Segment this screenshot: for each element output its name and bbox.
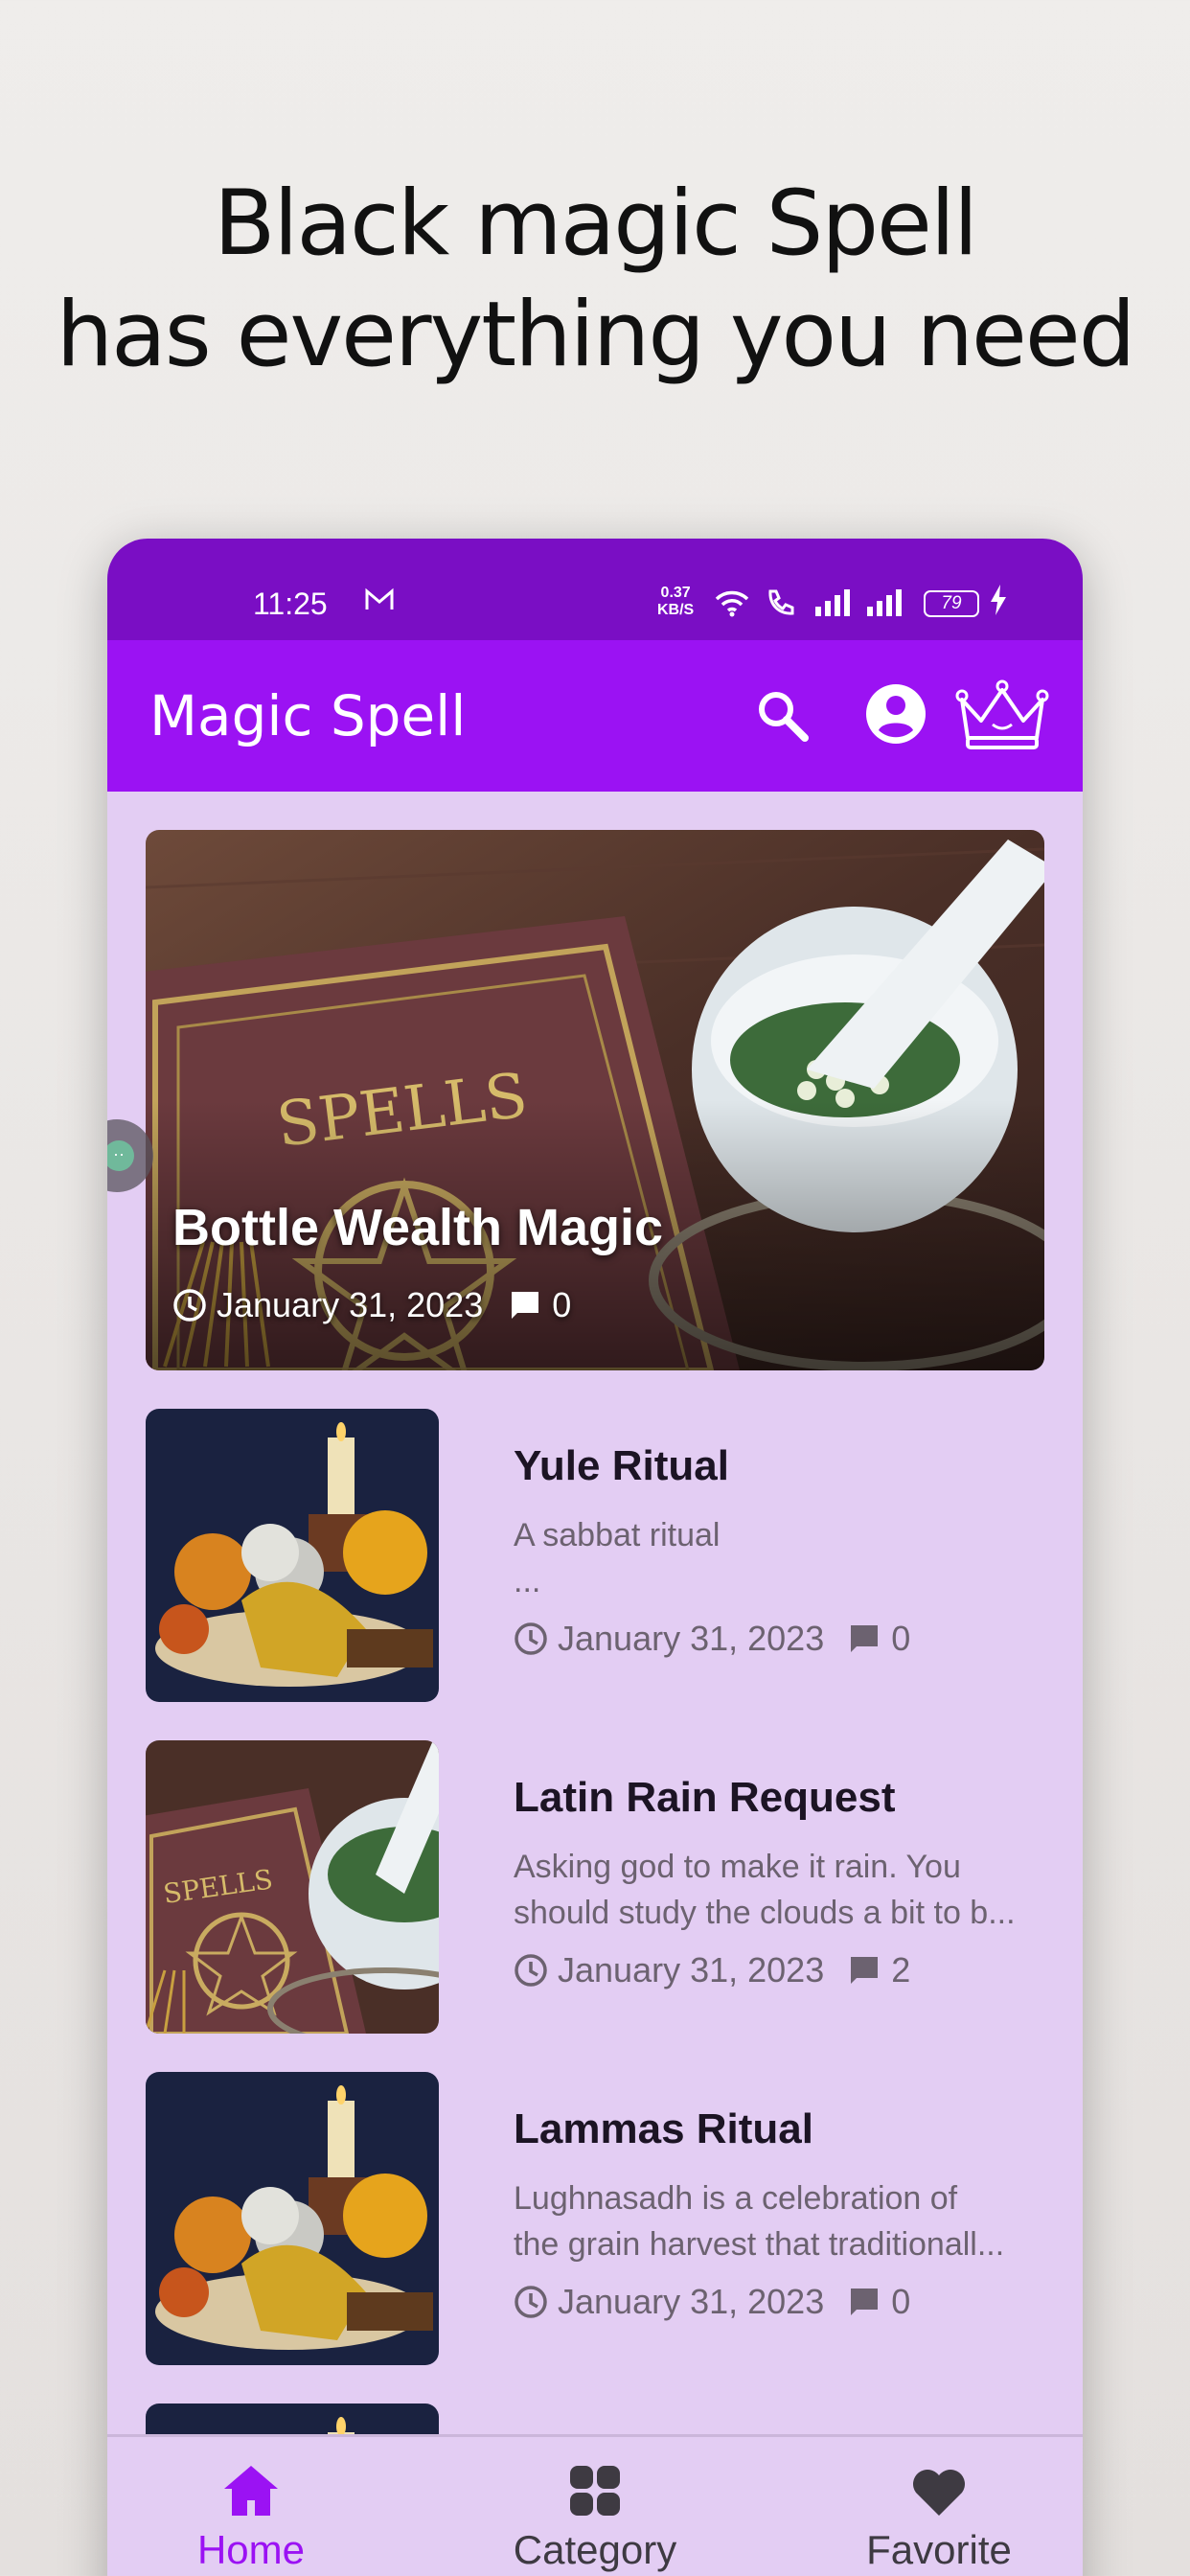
post-description: Asking god to make it rain. You should s… (514, 1844, 1050, 1936)
post-meta: January 31, 2023 0 (514, 2283, 910, 2321)
app-title: Magic Spell (149, 683, 467, 748)
post-date: January 31, 2023 (558, 2282, 825, 2321)
post-description-line-2: the grain harvest that traditionall... (514, 2226, 1005, 2263)
post-comments: 2 (891, 1950, 911, 1990)
comment-icon (851, 1957, 879, 1984)
featured-post-title: Bottle Wealth Magic (172, 1199, 664, 1256)
post-description-line-1: A sabbat ritual (514, 1517, 721, 1553)
post-description: A sabbat ritual ... (514, 1512, 1050, 1604)
charging-icon (989, 585, 1008, 623)
post-title: Lammas Ritual (514, 2105, 813, 2152)
post-title: Latin Rain Request (514, 1774, 896, 1821)
nav-home[interactable]: Home (107, 2462, 395, 2573)
heart-icon (913, 2470, 965, 2516)
list-item[interactable]: Yule Ritual A sabbat ritual ... January … (146, 1409, 1044, 1702)
post-comments: 0 (891, 2282, 911, 2321)
post-description-line-1: Lughnasadh is a celebration of (514, 2180, 958, 2217)
promo-line-1: Black magic Spell (213, 172, 978, 276)
phone-screen: 11:25 0.37 KB/S 79 Magic Spell Bottle We… (107, 539, 1083, 2576)
comment-icon (512, 1292, 539, 1319)
grid-icon (570, 2466, 620, 2516)
post-thumbnail: SPELLS (146, 1740, 439, 2034)
clock-icon (515, 2286, 547, 2318)
clock-icon (515, 1954, 547, 1987)
status-icons (713, 583, 904, 621)
post-thumbnail (146, 2072, 439, 2365)
app-bar: Magic Spell (107, 640, 1083, 792)
bottom-navigation: Home Category Favorite (107, 2434, 1083, 2576)
battery-level: 79 (941, 593, 962, 613)
nav-favorite[interactable]: Favorite (795, 2462, 1083, 2573)
status-bar: 11:25 0.37 KB/S 79 (107, 539, 1083, 640)
nav-favorite-label: Favorite (866, 2527, 1012, 2572)
featured-post-comments: 0 (552, 1285, 572, 1324)
gmail-icon (364, 586, 395, 622)
crown-icon[interactable] (954, 678, 1050, 751)
promo-headline: Black magic Spell has everything you nee… (0, 169, 1190, 391)
status-time: 11:25 (253, 586, 328, 621)
featured-post-card[interactable]: SPELLS Bottle Wealth Magic (146, 830, 1044, 1370)
list-item[interactable]: Lammas Ritual Lughnasadh is a celebratio… (146, 2072, 1044, 2365)
list-item[interactable]: SPELLS Latin Rain Request Asking god to … (146, 1740, 1044, 2034)
featured-post-date: January 31, 2023 (217, 1285, 484, 1324)
post-title: Yule Ritual (514, 1442, 729, 1489)
promo-line-2: has everything you need (56, 283, 1136, 387)
post-thumbnail (146, 1409, 439, 1702)
wifi-calling-icon (768, 589, 794, 615)
post-meta: January 31, 2023 2 (514, 1951, 910, 1990)
signal-icon (867, 589, 903, 617)
post-date: January 31, 2023 (558, 1619, 825, 1658)
nav-category-label: Category (513, 2527, 677, 2572)
post-description-line-2: ... (514, 1563, 541, 1599)
net-speed-unit: KB/S (657, 602, 695, 618)
featured-post-meta: January 31, 2023 0 (172, 1286, 571, 1324)
net-speed: 0.37 KB/S (657, 585, 694, 619)
nav-home-label: Home (196, 2527, 306, 2572)
clock-icon (173, 1289, 206, 1322)
home-icon (224, 2466, 278, 2516)
clock-icon (515, 1622, 547, 1655)
post-meta: January 31, 2023 0 (514, 1620, 910, 1658)
handle-dots-icon: ·· (107, 1140, 134, 1171)
post-comments: 0 (891, 1619, 911, 1658)
comment-icon (851, 1625, 879, 1652)
post-feed: SPELLS Bottle Wealth Magic (107, 792, 1083, 2450)
post-date: January 31, 2023 (558, 1950, 825, 1990)
nav-category[interactable]: Category (451, 2462, 739, 2573)
signal-icon (814, 589, 850, 617)
post-description-line-1: Asking god to make it rain. You (514, 1849, 961, 1885)
net-speed-value: 0.37 (660, 585, 691, 601)
battery-icon: 79 (924, 590, 979, 617)
comment-icon (851, 2288, 879, 2315)
search-icon[interactable] (755, 688, 811, 744)
post-description: Lughnasadh is a celebration of the grain… (514, 2175, 1050, 2267)
account-icon[interactable] (864, 682, 927, 746)
post-description-line-2: should study the clouds a bit to b... (514, 1895, 1016, 1931)
wifi-icon (715, 590, 749, 617)
